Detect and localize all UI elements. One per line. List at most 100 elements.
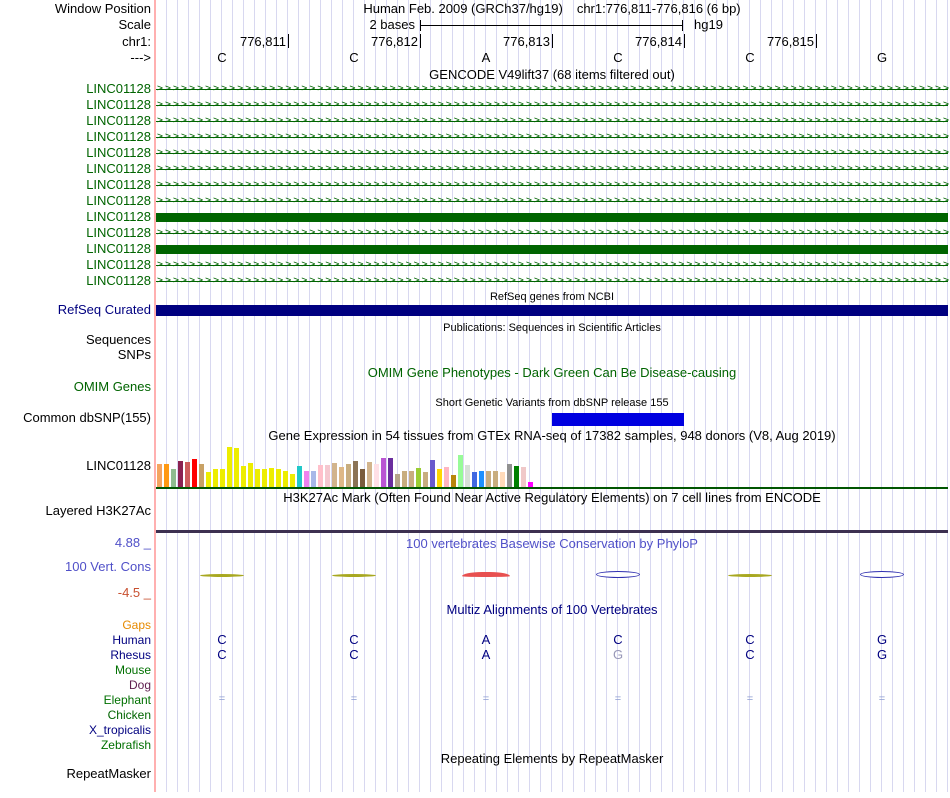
gencode-transcript-row[interactable]: LINC01128 >>>>>>>>>>>>>>>>>>>>>>>>>>>>>>>… — [0, 81, 950, 97]
gtex-expression-barchart[interactable] — [157, 445, 533, 487]
gencode-transcript-row[interactable]: LINC01128 — [0, 241, 950, 257]
refseq-track-title[interactable]: RefSeq genes from NCBI — [156, 290, 948, 304]
gtex-tissue-bar[interactable] — [248, 463, 253, 487]
gtex-tissue-bar[interactable] — [444, 467, 449, 487]
gencode-transcript-row[interactable]: LINC01128 >>>>>>>>>>>>>>>>>>>>>>>>>>>>>>>… — [0, 225, 950, 241]
gtex-tissue-bar[interactable] — [381, 458, 386, 487]
gtex-tissue-bar[interactable] — [367, 462, 372, 487]
dbsnp-label[interactable]: Common dbSNP(155) — [0, 411, 151, 425]
gencode-transcript-row[interactable]: LINC01128 >>>>>>>>>>>>>>>>>>>>>>>>>>>>>>>… — [0, 129, 950, 145]
gtex-gene-label[interactable]: LINC01128 — [0, 459, 151, 473]
gtex-tissue-bar[interactable] — [416, 468, 421, 487]
dbsnp-track-title[interactable]: Short Genetic Variants from dbSNP releas… — [156, 396, 948, 410]
multiz-species-label[interactable]: Elephant — [0, 693, 151, 708]
gtex-tissue-bar[interactable] — [374, 464, 379, 487]
gtex-track-title[interactable]: Gene Expression in 54 tissues from GTEx … — [156, 429, 948, 443]
multiz-species-label[interactable]: Gaps — [0, 618, 151, 633]
gtex-tissue-bar[interactable] — [353, 461, 358, 487]
gtex-tissue-bar[interactable] — [486, 471, 491, 487]
gencode-track[interactable]: LINC01128 >>>>>>>>>>>>>>>>>>>>>>>>>>>>>>>… — [0, 81, 950, 289]
gtex-tissue-bar[interactable] — [332, 463, 337, 487]
gtex-tissue-bar[interactable] — [318, 465, 323, 487]
gencode-track-title[interactable]: GENCODE V49lift37 (68 items filtered out… — [156, 68, 948, 82]
gtex-tissue-bar[interactable] — [164, 464, 169, 487]
gtex-tissue-bar[interactable] — [227, 447, 232, 487]
gtex-tissue-bar[interactable] — [507, 464, 512, 487]
h3k27ac-label[interactable]: Layered H3K27Ac — [0, 504, 151, 518]
gtex-tissue-bar[interactable] — [451, 475, 456, 487]
gtex-tissue-bar[interactable] — [402, 471, 407, 487]
multiz-species-label[interactable]: Mouse — [0, 663, 151, 678]
h3k27ac-baseline[interactable] — [156, 530, 948, 533]
gtex-tissue-bar[interactable] — [325, 465, 330, 487]
conservation-track-title[interactable]: 100 vertebrates Basewise Conservation by… — [156, 537, 948, 551]
multiz-species-row[interactable]: Zebrafish — [0, 737, 950, 752]
publications-track-title[interactable]: Publications: Sequences in Scientific Ar… — [156, 321, 948, 335]
gtex-tissue-bar[interactable] — [514, 466, 519, 487]
multiz-track-title[interactable]: Multiz Alignments of 100 Vertebrates — [156, 603, 948, 617]
gencode-transcript-row[interactable]: LINC01128 >>>>>>>>>>>>>>>>>>>>>>>>>>>>>>>… — [0, 177, 950, 193]
multiz-species-row[interactable]: Gaps — [0, 617, 950, 632]
gtex-tissue-bar[interactable] — [423, 472, 428, 487]
multiz-species-row[interactable]: Human C C A C C G — [0, 632, 950, 647]
refseq-curated-item-bar[interactable] — [156, 305, 948, 316]
multiz-species-label[interactable]: Human — [0, 633, 151, 648]
gencode-transcript-row[interactable]: LINC01128 >>>>>>>>>>>>>>>>>>>>>>>>>>>>>>>… — [0, 257, 950, 273]
gencode-transcript-row[interactable]: LINC01128 >>>>>>>>>>>>>>>>>>>>>>>>>>>>>>>… — [0, 145, 950, 161]
gtex-tissue-bar[interactable] — [171, 469, 176, 487]
gtex-tissue-bar[interactable] — [234, 448, 239, 487]
gtex-tissue-bar[interactable] — [262, 469, 267, 487]
omim-track-title[interactable]: OMIM Gene Phenotypes - Dark Green Can Be… — [156, 366, 948, 380]
gtex-tissue-bar[interactable] — [409, 471, 414, 487]
gtex-tissue-bar[interactable] — [360, 469, 365, 487]
multiz-species-row[interactable]: Elephant = = = = = = — [0, 692, 950, 707]
gtex-tissue-bar[interactable] — [304, 471, 309, 487]
gencode-transcript-row[interactable]: LINC01128 >>>>>>>>>>>>>>>>>>>>>>>>>>>>>>>… — [0, 273, 950, 289]
multiz-species-label[interactable]: Chicken — [0, 708, 151, 723]
dbsnp-variant-bar[interactable] — [552, 413, 684, 426]
gencode-transcript-row[interactable]: LINC01128 >>>>>>>>>>>>>>>>>>>>>>>>>>>>>>>… — [0, 97, 950, 113]
gtex-tissue-bar[interactable] — [283, 471, 288, 487]
multiz-species-row[interactable]: Mouse — [0, 662, 950, 677]
gtex-tissue-bar[interactable] — [346, 464, 351, 487]
multiz-species-label[interactable]: Rhesus — [0, 648, 151, 663]
multiz-species-label[interactable]: Zebrafish — [0, 738, 151, 753]
gtex-tissue-bar[interactable] — [255, 469, 260, 487]
multiz-species-row[interactable]: X_tropicalis — [0, 722, 950, 737]
gtex-tissue-bar[interactable] — [458, 455, 463, 487]
gtex-tissue-bar[interactable] — [465, 465, 470, 487]
gtex-tissue-bar[interactable] — [479, 471, 484, 487]
gtex-tissue-bar[interactable] — [493, 471, 498, 487]
gtex-tissue-bar[interactable] — [437, 469, 442, 487]
multiz-species-row[interactable]: Rhesus C C A G C G — [0, 647, 950, 662]
gtex-tissue-bar[interactable] — [339, 467, 344, 487]
gencode-transcript-row[interactable]: LINC01128 >>>>>>>>>>>>>>>>>>>>>>>>>>>>>>>… — [0, 193, 950, 209]
multiz-species-label[interactable]: Dog — [0, 678, 151, 693]
publications-sequences-label[interactable]: Sequences — [0, 333, 151, 347]
omim-genes-label[interactable]: OMIM Genes — [0, 380, 151, 394]
gtex-tissue-bar[interactable] — [395, 474, 400, 487]
gencode-transcript-row[interactable]: LINC01128 >>>>>>>>>>>>>>>>>>>>>>>>>>>>>>>… — [0, 161, 950, 177]
gencode-transcript-row[interactable]: LINC01128 — [0, 209, 950, 225]
refseq-curated-label[interactable]: RefSeq Curated — [0, 303, 151, 317]
gtex-tissue-bar[interactable] — [213, 469, 218, 487]
gtex-tissue-bar[interactable] — [472, 472, 477, 487]
gtex-tissue-bar[interactable] — [206, 472, 211, 487]
gtex-tissue-bar[interactable] — [157, 464, 162, 487]
multiz-species-row[interactable]: Dog — [0, 677, 950, 692]
gtex-tissue-bar[interactable] — [178, 461, 183, 487]
conservation-label[interactable]: 100 Vert. Cons — [0, 560, 151, 574]
gtex-tissue-bar[interactable] — [430, 460, 435, 487]
gtex-tissue-bar[interactable] — [269, 468, 274, 487]
gtex-tissue-bar[interactable] — [199, 464, 204, 487]
gencode-transcript-row[interactable]: LINC01128 >>>>>>>>>>>>>>>>>>>>>>>>>>>>>>>… — [0, 113, 950, 129]
gtex-tissue-bar[interactable] — [388, 458, 393, 487]
publications-snps-label[interactable]: SNPs — [0, 348, 151, 362]
gtex-tissue-bar[interactable] — [220, 469, 225, 487]
gtex-tissue-bar[interactable] — [521, 467, 526, 487]
gtex-tissue-bar[interactable] — [500, 472, 505, 487]
gtex-tissue-bar[interactable] — [297, 466, 302, 487]
gtex-tissue-bar[interactable] — [276, 469, 281, 487]
multiz-alignment-rows[interactable]: Gaps Human C C A C C G Rhesus C C A G C G Mouse Dog Eleph… — [0, 617, 950, 752]
repeatmasker-label[interactable]: RepeatMasker — [0, 767, 151, 781]
